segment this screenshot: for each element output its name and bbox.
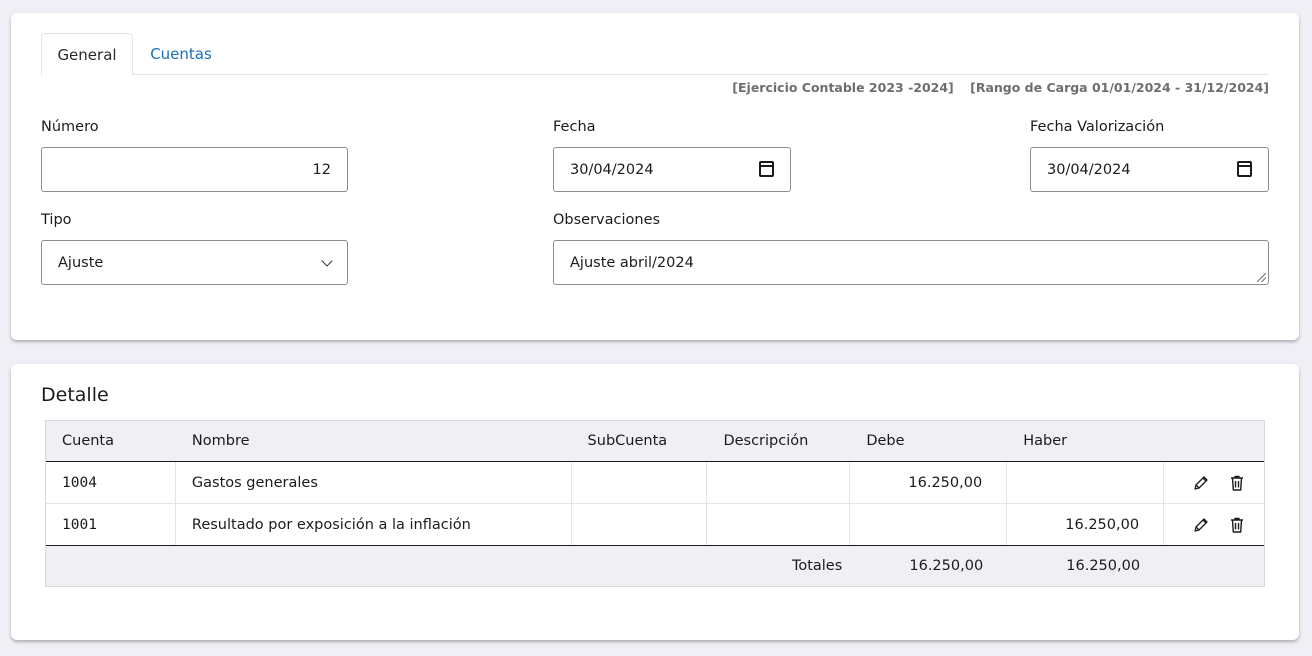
total-debe: 16.250,00 [909,558,984,574]
cell-descripcion [707,504,851,545]
col-actions [1164,421,1264,461]
cell-nombre: Resultado por exposición a la inflación [176,504,572,545]
col-debe: Debe [866,433,905,449]
fecha-input[interactable]: 30/04/2024 [553,147,791,192]
row-actions [1164,462,1264,503]
rango-de-carga: [Rango de Carga 01/01/2024 - 31/12/2024] [970,80,1269,95]
table-header: Cuenta Nombre SubCuenta Descripción Debe… [46,421,1264,462]
col-descripcion: Descripción [723,433,809,449]
numero-input[interactable]: 12 [41,147,348,192]
tab-cuentas[interactable]: Cuentas [145,33,217,75]
chevron-down-icon [321,255,333,267]
tipo-select[interactable]: Ajuste [41,240,348,285]
total-haber: 16.250,00 [1066,558,1141,574]
cell-debe: 16.250,00 [850,462,1008,503]
tipo-label: Tipo [41,212,72,228]
cell-cuenta: 1004 [46,462,176,503]
table-row: 1001 Resultado por exposición a la infla… [46,504,1264,546]
fecha-label: Fecha [553,119,596,135]
pencil-icon[interactable] [1192,474,1210,492]
numero-label: Número [41,119,99,135]
numero-value: 12 [312,161,331,178]
calendar-icon[interactable] [1237,161,1252,177]
resize-handle-icon[interactable] [1257,273,1266,282]
col-cuenta: Cuenta [62,433,114,449]
detalle-card: Detalle Cuenta Nombre SubCuenta Descripc… [11,364,1299,640]
period-info: [Ejercicio Contable 2023 -2024] [Rango d… [720,80,1269,95]
cell-debe [850,504,1008,545]
detalle-title: Detalle [41,384,109,406]
tab-general[interactable]: General [41,33,133,76]
cell-haber [1007,462,1165,503]
tipo-value: Ajuste [58,254,104,271]
col-subcuenta: SubCuenta [587,433,668,449]
calendar-icon[interactable] [759,161,774,177]
footer-spacer [1164,546,1264,586]
cell-cuenta: 1001 [46,504,176,545]
cell-haber: 16.250,00 [1007,504,1165,545]
cell-subcuenta [572,504,708,545]
fecha-valorizacion-label: Fecha Valorización [1030,119,1165,135]
tab-bar: General Cuentas [41,33,1269,76]
col-nombre: Nombre [191,433,250,449]
observaciones-textarea[interactable]: Ajuste abril/2024 [553,240,1269,285]
trash-icon[interactable] [1228,516,1246,534]
cell-nombre: Gastos generales [176,462,572,503]
table-footer: Totales 16.250,00 16.250,00 [46,546,1264,586]
trash-icon[interactable] [1228,474,1246,492]
row-actions [1164,504,1264,545]
detalle-table: Cuenta Nombre SubCuenta Descripción Debe… [45,420,1265,587]
cell-subcuenta [572,462,708,503]
observaciones-label: Observaciones [553,212,661,228]
totales-label: Totales [791,558,843,574]
cell-descripcion [707,462,851,503]
fecha-valorizacion-input[interactable]: 30/04/2024 [1030,147,1269,192]
fecha-value: 30/04/2024 [570,161,654,178]
pencil-icon[interactable] [1192,516,1210,534]
col-haber: Haber [1023,433,1068,449]
general-card: General Cuentas [Ejercicio Contable 2023… [11,13,1299,340]
observaciones-value: Ajuste abril/2024 [570,254,694,271]
fecha-valorizacion-value: 30/04/2024 [1047,161,1131,178]
ejercicio-contable: [Ejercicio Contable 2023 -2024] [732,80,954,95]
table-row: 1004 Gastos generales 16.250,00 [46,462,1264,504]
